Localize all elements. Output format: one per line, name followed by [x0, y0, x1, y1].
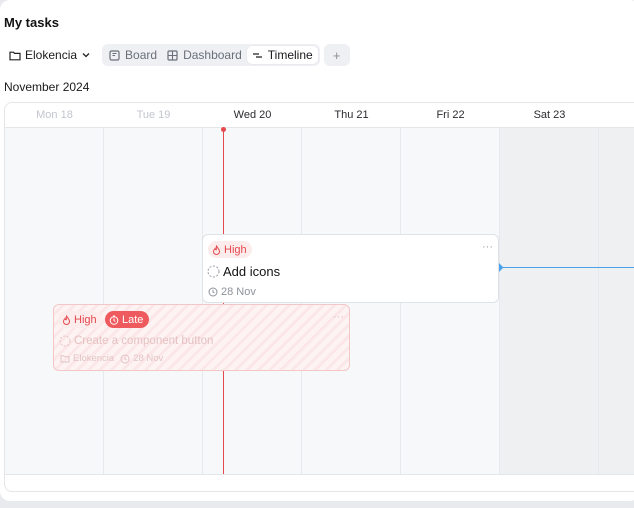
- task-meta: Elokencia 28 Nov: [60, 353, 163, 364]
- folder-icon: [60, 355, 70, 363]
- clock-icon: [208, 287, 218, 297]
- add-view-button[interactable]: +: [323, 44, 350, 66]
- tab-timeline[interactable]: Timeline: [246, 46, 318, 64]
- day-column-weekend: [599, 128, 634, 474]
- late-label: Late: [122, 313, 144, 326]
- day-header: Thu 21: [334, 109, 369, 121]
- day-header: Tue 19: [136, 109, 171, 121]
- toolbar: Elokencia Board Dashboard Timeline +: [4, 44, 350, 66]
- tab-board[interactable]: Board: [104, 46, 162, 64]
- task-card[interactable]: High ··· Add icons 28 Nov: [202, 234, 499, 303]
- month-label: November 2024: [4, 80, 90, 94]
- page-title: My tasks: [4, 15, 59, 30]
- late-badge: Late: [105, 311, 150, 328]
- task-checkbox-icon[interactable]: [207, 265, 220, 278]
- app-window: My tasks Elokencia Board Dashboard Timel…: [0, 0, 634, 501]
- board-icon: [109, 49, 120, 61]
- task-checkbox-icon[interactable]: [59, 335, 71, 347]
- task-card-late[interactable]: High Late ··· Create a component button: [53, 304, 350, 371]
- day-header: S: [599, 103, 634, 127]
- priority-label: High: [74, 313, 97, 326]
- day-header: Mon 18: [36, 109, 73, 121]
- day-header: Fri 22: [436, 109, 465, 121]
- card-menu-button[interactable]: ···: [333, 311, 344, 323]
- workspace-label: Elokencia: [25, 48, 78, 62]
- flame-icon: [212, 244, 221, 255]
- tab-dashboard-label: Dashboard: [183, 48, 242, 62]
- chevron-down-icon: [82, 53, 90, 58]
- today-marker-dot: [221, 127, 226, 132]
- due-date: 28 Nov: [208, 286, 256, 298]
- priority-label: High: [224, 243, 247, 256]
- clock-icon: [120, 354, 130, 363]
- day-header-today: Wed 20: [233, 109, 272, 121]
- grid-bottom-divider: [5, 474, 634, 475]
- task-title-row: Add icons: [207, 264, 280, 279]
- dashboard-icon: [167, 49, 178, 61]
- due-date-label: 28 Nov: [221, 286, 256, 298]
- day-header: Sat 23: [533, 109, 566, 121]
- card-menu-button[interactable]: ···: [482, 241, 493, 253]
- task-title: Create a component button: [74, 335, 214, 347]
- timeline-grid: Mon 18 Tue 19 Wed 20 Thu 21 Fri 22 Sat 2…: [4, 102, 634, 492]
- folder-icon: [9, 51, 21, 60]
- workspace-dropdown[interactable]: Elokencia: [4, 44, 96, 66]
- dependency-connector: [498, 267, 634, 268]
- day-column-weekend: [500, 128, 599, 474]
- project-label: Elokencia: [73, 353, 115, 364]
- priority-badge: High: [58, 311, 102, 328]
- day-column: [5, 128, 104, 474]
- timeline-icon: [252, 52, 262, 58]
- day-column: [104, 128, 203, 474]
- tab-dashboard[interactable]: Dashboard: [162, 46, 247, 64]
- due-date-label: 28 Nov: [133, 353, 164, 364]
- tab-board-label: Board: [125, 48, 158, 62]
- flame-icon: [62, 314, 71, 325]
- task-title: Add icons: [223, 264, 281, 279]
- priority-badge: High: [208, 241, 252, 258]
- tab-timeline-label: Timeline: [267, 48, 313, 62]
- timer-icon: [109, 315, 119, 325]
- view-tabs: Board Dashboard Timeline: [102, 44, 320, 66]
- task-title-row: Create a component button: [59, 335, 213, 347]
